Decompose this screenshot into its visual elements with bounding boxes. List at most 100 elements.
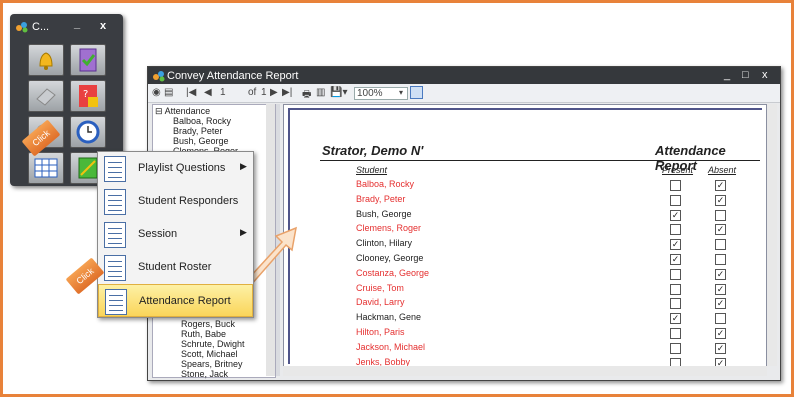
report-page-icon	[104, 255, 126, 281]
absent-checkbox[interactable]: ✓	[715, 283, 726, 295]
menu-item-student-roster[interactable]: Student Roster	[98, 251, 253, 284]
present-checkbox[interactable]: ✓	[670, 209, 681, 221]
collapse-icon[interactable]: ⊟	[155, 106, 163, 116]
student-row: David, Larry ✓	[290, 296, 762, 311]
tree-item[interactable]: Stone, Jack	[181, 369, 228, 379]
student-name: Clemens, Roger	[356, 223, 422, 234]
absent-checkbox[interactable]: ✓	[715, 342, 726, 354]
present-checkbox[interactable]	[670, 224, 681, 236]
last-page-icon[interactable]: ▶|	[282, 87, 292, 98]
tree-item[interactable]: Ruth, Babe	[181, 329, 226, 339]
student-row: Cruise, Tom ✓	[290, 282, 762, 297]
student-name: Hilton, Paris	[356, 327, 405, 337]
absent-checkbox[interactable]: ✓	[715, 224, 726, 236]
report-horizontal-scrollbar[interactable]	[283, 366, 767, 376]
clock-button[interactable]	[70, 116, 106, 148]
tree-item[interactable]: Balboa, Rocky	[173, 116, 231, 126]
export-icon[interactable]: 💾▾	[330, 87, 347, 98]
absent-checkbox[interactable]: ✓	[715, 268, 726, 280]
student-name: David, Larry	[356, 297, 405, 308]
grid-button[interactable]	[28, 152, 64, 184]
report-vertical-scrollbar[interactable]	[767, 104, 777, 366]
question-button[interactable]: ?	[70, 80, 106, 112]
clock-icon	[76, 120, 100, 144]
present-checkbox[interactable]	[670, 342, 681, 354]
present-checkbox[interactable]	[670, 268, 681, 280]
student-name: Jackson, Michael	[356, 341, 426, 352]
student-name: Hackman, Gene	[356, 312, 422, 323]
report-owner-name: Strator, Demo N'	[322, 143, 424, 158]
menu-item-label: Playlist Questions	[138, 162, 226, 174]
menu-item-label: Student Responders	[138, 195, 239, 207]
student-row: Balboa, Rocky ✓	[290, 178, 762, 193]
next-page-icon[interactable]: ▶	[270, 87, 278, 98]
present-checkbox[interactable]: ✓	[670, 239, 681, 251]
tree-item[interactable]: Scott, Michael	[181, 349, 238, 359]
present-checkbox[interactable]	[670, 194, 681, 206]
present-checkbox[interactable]	[670, 328, 681, 339]
tree-item[interactable]: Spears, Britney	[181, 359, 243, 369]
stop-icon[interactable]: ◉	[152, 87, 161, 98]
menu-item-student-responders[interactable]: Student Responders	[98, 185, 253, 218]
prev-page-icon[interactable]: ◀	[204, 87, 212, 98]
absent-checkbox[interactable]	[715, 209, 726, 221]
eraser-button[interactable]	[28, 80, 64, 112]
tree-item[interactable]: Brady, Peter	[173, 126, 222, 136]
student-row: Jackson, Michael ✓	[290, 341, 762, 356]
student-row: Bush, George ✓	[290, 208, 762, 223]
present-checkbox[interactable]: ✓	[670, 313, 681, 325]
zoom-select[interactable]: 100% ▾	[354, 87, 408, 100]
student-row: Hackman, Gene ✓	[290, 311, 762, 326]
tree-item[interactable]: Rogers, Buck	[181, 319, 235, 329]
find-icon[interactable]	[410, 86, 423, 99]
submenu-arrow-icon: ▶	[240, 161, 247, 171]
page-layout-icon[interactable]: ▥	[316, 87, 325, 98]
present-checkbox[interactable]	[670, 283, 681, 295]
absent-checkbox[interactable]: ✓	[715, 328, 726, 339]
absent-checkbox[interactable]: ✓	[715, 298, 726, 310]
refresh-icon[interactable]: ▤	[164, 87, 173, 98]
close-button[interactable]: x	[762, 69, 768, 81]
print-icon[interactable]: 🖶	[302, 87, 311, 104]
maximize-button[interactable]: □	[742, 69, 749, 81]
eraser-icon	[36, 88, 56, 106]
student-name: Cruise, Tom	[356, 282, 404, 293]
menu-item-label: Student Roster	[138, 261, 212, 273]
mini-title-bar: C... _ x	[14, 18, 119, 36]
menu-item-playlist-questions[interactable]: Playlist Questions ▶	[98, 152, 253, 185]
column-absent: Absent	[708, 165, 737, 175]
mini-minimize-button[interactable]: _	[74, 18, 80, 30]
page-number-input[interactable]: 1	[220, 87, 226, 98]
student-name: Balboa, Rocky	[356, 179, 415, 189]
checklist-button[interactable]	[70, 44, 106, 76]
present-checkbox[interactable]: ✓	[670, 254, 681, 265]
report-page-icon	[104, 189, 126, 215]
absent-checkbox[interactable]	[715, 313, 726, 325]
student-name: Bush, George	[356, 208, 412, 219]
bell-button[interactable]	[28, 44, 64, 76]
first-page-icon[interactable]: |◀	[186, 87, 196, 98]
bell-icon	[39, 52, 53, 70]
clipboard-check-icon	[79, 48, 97, 72]
menu-item-session[interactable]: Session ▶	[98, 218, 253, 251]
menu-item-attendance-report[interactable]: Attendance Report	[98, 284, 253, 317]
minimize-button[interactable]: _	[724, 69, 730, 81]
menu-item-label: Attendance Report	[139, 295, 231, 307]
absent-checkbox[interactable]	[715, 239, 726, 251]
present-checkbox[interactable]	[670, 180, 681, 191]
grid-icon	[34, 158, 58, 178]
absent-checkbox[interactable]	[715, 254, 726, 265]
page-total: 1	[261, 87, 267, 98]
absent-checkbox[interactable]: ✓	[715, 180, 726, 191]
reports-menu: Playlist Questions ▶ Student Responders …	[97, 151, 254, 318]
zoom-value: 100%	[357, 88, 383, 99]
absent-checkbox[interactable]: ✓	[715, 194, 726, 206]
present-checkbox[interactable]	[670, 298, 681, 310]
page-of-label: of	[248, 87, 257, 98]
convey-logo-icon	[16, 22, 28, 33]
student-row: Clinton, Hilary ✓	[290, 237, 762, 252]
tree-item[interactable]: Schrute, Dwight	[181, 339, 245, 349]
mini-title: C...	[32, 21, 50, 33]
mini-close-button[interactable]: x	[100, 20, 106, 32]
tree-item[interactable]: Bush, George	[173, 136, 229, 146]
